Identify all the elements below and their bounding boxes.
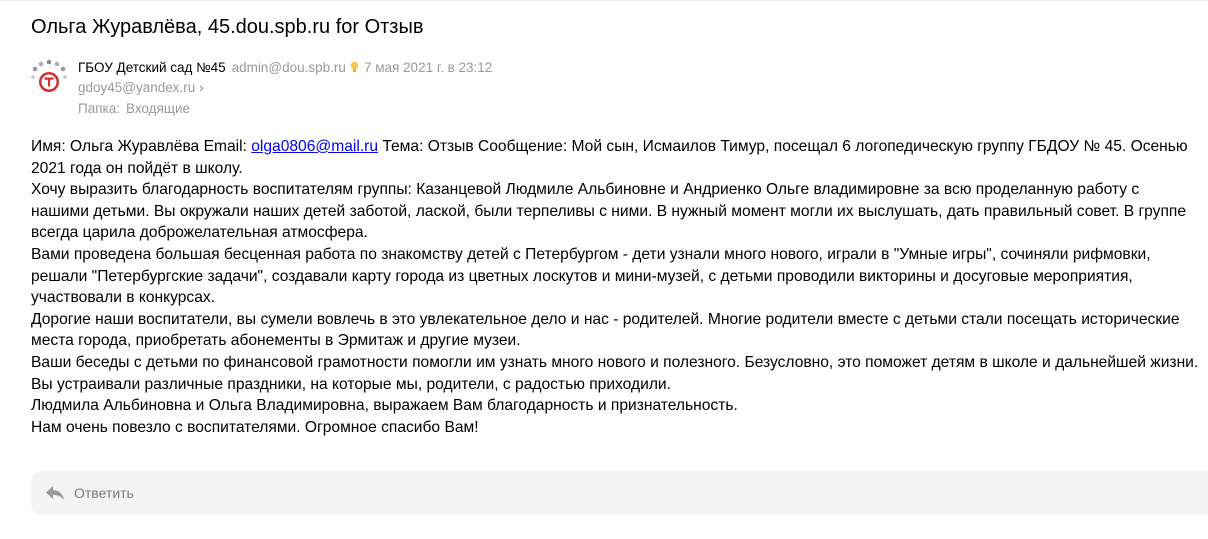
body-paragraph: Вами проведена большая бесценная работа …	[31, 245, 1155, 307]
body-intro-prefix: Имя: Ольга Журавлёва Email:	[31, 138, 252, 155]
top-divider	[0, 0, 1208, 1]
sender-name[interactable]: ГБОУ Детский сад №45	[78, 60, 226, 75]
chevron-right-icon[interactable]: ›	[199, 80, 203, 95]
lightbulb-icon	[350, 61, 359, 72]
body-paragraph: Нам очень повезло с воспитателями. Огром…	[31, 418, 479, 436]
sender-email[interactable]: admin@dou.spb.ru	[232, 60, 346, 75]
message-date: 7 мая 2021 г. в 23:12	[363, 60, 493, 75]
body-paragraph: Дорогие наши воспитатели, вы сумели вовл…	[31, 310, 1184, 350]
recipient-email[interactable]: gdoy45@yandex.ru	[78, 80, 195, 95]
sender-line: ГБОУ Детский сад №45 admin@dou.spb.ru 7 м…	[78, 60, 492, 75]
folder-label: Папка:	[78, 101, 120, 116]
body-intro: Имя: Ольга Журавлёва Email: olga0806@mai…	[31, 136, 1201, 179]
reply-label: Ответить	[74, 485, 134, 501]
email-link[interactable]: olga0806@mail.ru	[251, 138, 378, 155]
message-body: Имя: Ольга Журавлёва Email: olga0806@mai…	[31, 136, 1201, 438]
body-paragraph: Вы устраивали различные праздники, на ко…	[31, 375, 671, 393]
body-paragraph: Людмила Альбиновна и Ольга Владимировна,…	[31, 397, 738, 415]
reply-arrow-icon	[46, 486, 64, 500]
folder-name[interactable]: Входящие	[126, 101, 190, 116]
reply-button[interactable]: Ответить	[45, 481, 134, 505]
kindergarten-logo-icon[interactable]	[30, 59, 68, 97]
body-paragraph: Ваши беседы с детьми по финансовой грамо…	[31, 353, 1199, 371]
recipient-line[interactable]: gdoy45@yandex.ru ›	[78, 80, 204, 95]
body-paragraph: Хочу выразить благодарность воспитателям…	[31, 181, 1191, 242]
quick-reply-bar[interactable]: Ответить	[31, 471, 1208, 515]
message-subject: Ольга Журавлёва, 45.dou.spb.ru for Отзыв	[31, 16, 424, 38]
folder-line: Папка: Входящие	[78, 101, 190, 116]
